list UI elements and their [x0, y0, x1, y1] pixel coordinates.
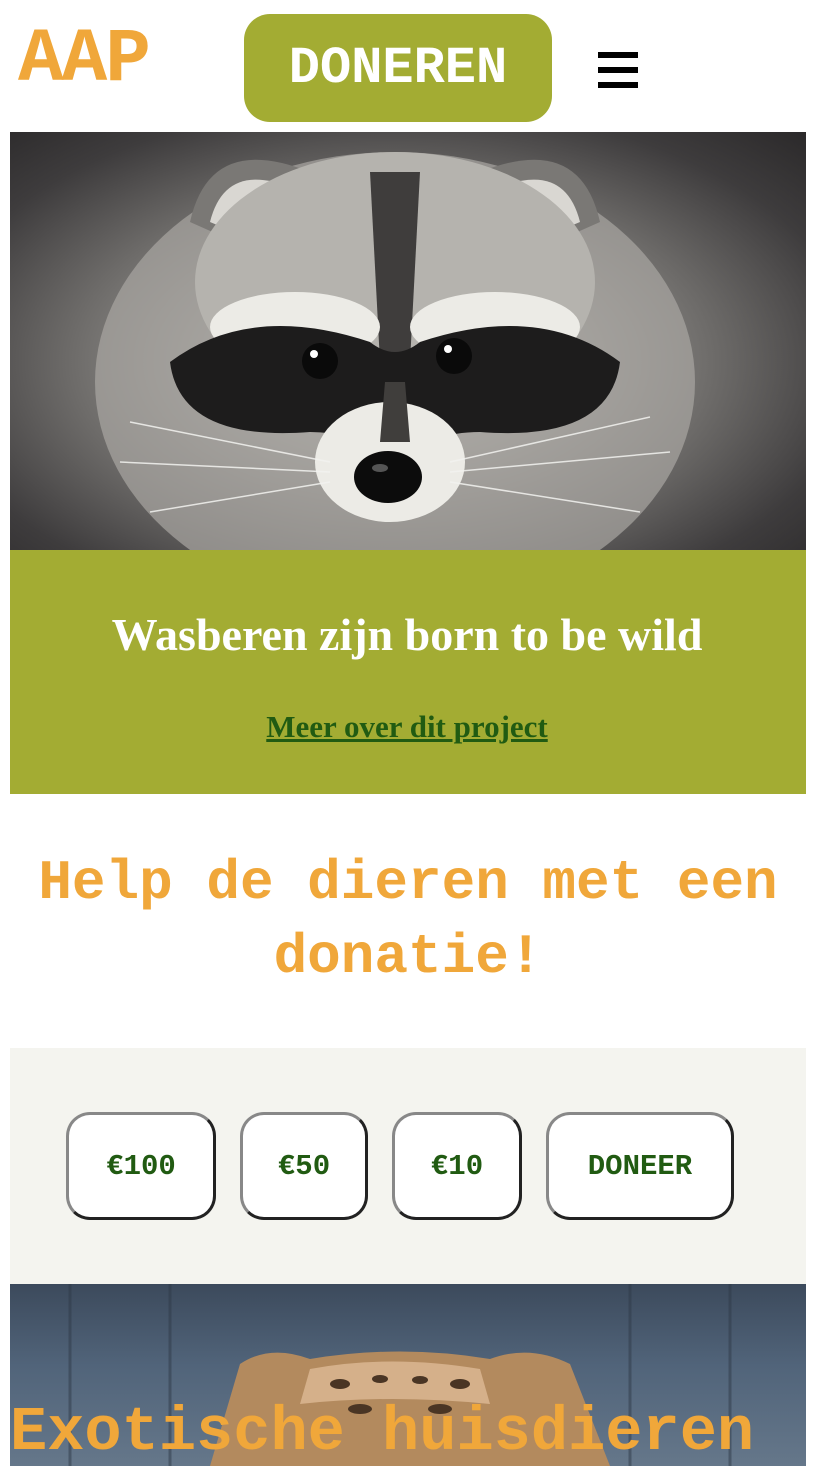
raccoon-photo [10, 132, 806, 550]
site-header: AAP DONEREN [0, 0, 814, 132]
hamburger-menu-icon[interactable] [594, 48, 642, 92]
amount-10-button[interactable]: €10 [392, 1112, 522, 1220]
amount-100-button[interactable]: €100 [66, 1112, 216, 1220]
section-title: Exotische huisdieren [10, 1397, 755, 1466]
donate-submit-button[interactable]: DONEER [546, 1112, 734, 1220]
project-title: Wasberen zijn born to be wild [111, 609, 703, 660]
donation-heading: Help de dieren met een donatie! [38, 851, 778, 989]
site-logo[interactable]: AAP [18, 22, 151, 98]
project-more-link[interactable]: Meer over dit project [0, 709, 814, 745]
donate-button[interactable]: DONEREN [244, 14, 552, 122]
project-banner [10, 550, 806, 794]
amount-50-button[interactable]: €50 [240, 1112, 368, 1220]
